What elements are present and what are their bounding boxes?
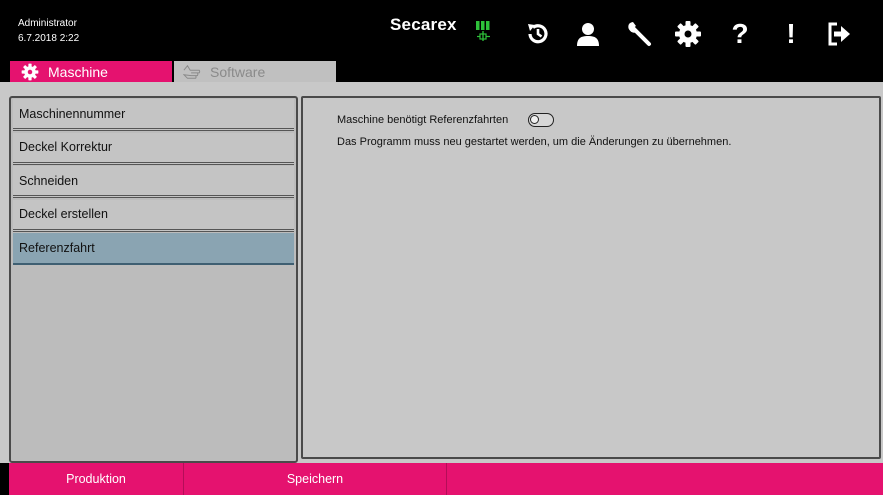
produktion-label: Produktion: [66, 472, 126, 486]
toggle-knob: [530, 115, 540, 124]
sidebar-item-label: Deckel Korrektur: [19, 140, 113, 154]
produktion-button[interactable]: Produktion: [9, 463, 183, 495]
footer-bar: Produktion Speichern: [9, 463, 883, 495]
sidebar-item-referenzfahrt[interactable]: Referenzfahrt: [13, 233, 294, 265]
tab-software[interactable]: Software: [174, 61, 336, 82]
help-icon-glyph: ?: [731, 18, 749, 49]
speichern-button[interactable]: Speichern: [184, 463, 446, 495]
gear-icon: [21, 63, 39, 81]
wrench-icon[interactable]: [622, 16, 658, 52]
logout-icon[interactable]: [821, 16, 857, 52]
footer-divider: [446, 463, 447, 495]
footer: Produktion Speichern: [0, 463, 883, 495]
datetime: 6.7.2018 2:22: [18, 33, 80, 44]
header: Administrator 6.7.2018 2:22 Secarex ? ! …: [0, 0, 883, 82]
gear-icon[interactable]: [670, 16, 706, 52]
sidebar-item-schneiden[interactable]: Schneiden: [13, 166, 294, 198]
sidebar-item-maschinennummer[interactable]: Maschinennummer: [13, 99, 294, 131]
alert-icon-glyph: !: [786, 18, 796, 49]
referenzfahrten-toggle[interactable]: [528, 113, 555, 127]
setting-label: Maschine benötigt Referenzfahrten: [337, 114, 509, 126]
content-area: Maschinennummer Deckel Korrektur Schneid…: [0, 82, 883, 463]
tab-maschine[interactable]: Maschine: [10, 61, 172, 82]
sidebar-item-label: Deckel erstellen: [19, 207, 108, 221]
hand-icon: [183, 63, 201, 81]
alert-icon[interactable]: !: [773, 16, 809, 52]
sidebar-item-label: Referenzfahrt: [19, 241, 95, 255]
sidebar-item-deckel-erstellen[interactable]: Deckel erstellen: [13, 199, 294, 232]
history-icon[interactable]: [520, 16, 556, 52]
battery-plug-logo-icon: [474, 18, 494, 48]
sidebar-item-label: Schneiden: [19, 173, 79, 188]
tab-software-label: Software: [210, 63, 266, 80]
help-icon[interactable]: ?: [722, 16, 758, 52]
user-icon[interactable]: [570, 16, 606, 52]
sidebar-item-label: Maschinennummer: [19, 106, 126, 121]
user-info: Administrator 6.7.2018 2:22: [18, 16, 79, 46]
restart-note: Das Programm muss neu gestartet werden, …: [337, 136, 732, 148]
brand-title: Secarex: [390, 15, 457, 34]
app-window: Administrator 6.7.2018 2:22 Secarex ? ! …: [0, 0, 883, 495]
user-role: Administrator: [18, 18, 77, 29]
speichern-label: Speichern: [286, 472, 344, 486]
settings-panel: Maschine benötigt Referenzfahrten Das Pr…: [301, 96, 881, 459]
sidebar-item-deckel-korrektur[interactable]: Deckel Korrektur: [13, 132, 294, 165]
sidebar: Maschinennummer Deckel Korrektur Schneid…: [9, 96, 298, 463]
tab-maschine-label: Maschine: [48, 63, 108, 80]
setting-row-referenzfahrten: Maschine benötigt Referenzfahrten: [337, 113, 555, 127]
